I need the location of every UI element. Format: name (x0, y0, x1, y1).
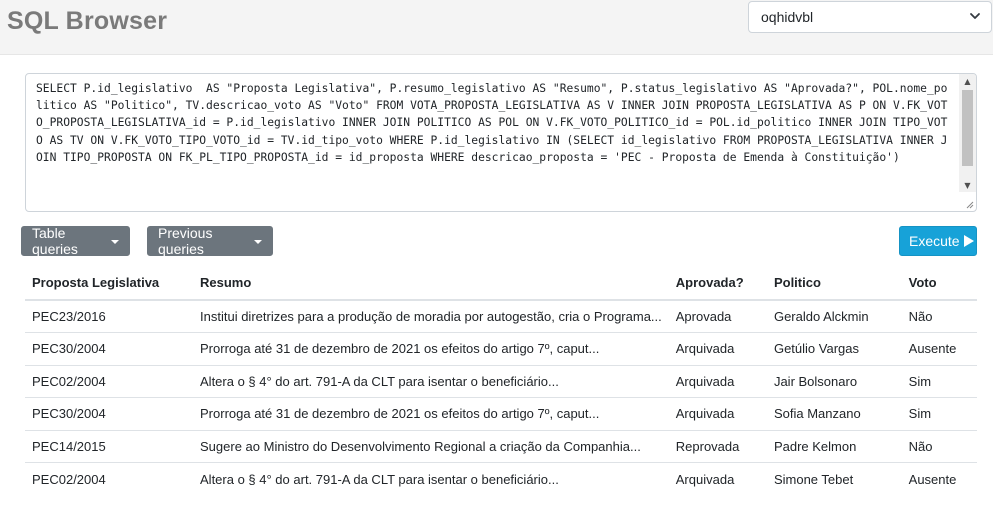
caret-down-icon (111, 239, 119, 244)
resize-grip-icon[interactable] (964, 199, 974, 209)
table-queries-label: Table queries (32, 225, 78, 257)
scroll-down-arrow-icon[interactable]: ▼ (959, 178, 976, 192)
sql-editor-scrollbar[interactable]: ▲ ▼ (959, 74, 976, 192)
table-cell: PEC23/2016 (25, 299, 194, 333)
table-row: PEC30/2004 Prorroga até 31 de dezembro de… (25, 332, 977, 365)
table-cell: Arquivada (668, 332, 767, 365)
table-cell: PEC02/2004 (25, 364, 194, 398)
table-queries-button[interactable]: Table queries (21, 225, 130, 257)
app-title: SQL Browser (7, 7, 168, 35)
table-cell: Arquivada (668, 364, 767, 398)
table-cell: Arquivada (668, 462, 767, 495)
table-cell: Simone Tebet (766, 462, 902, 495)
table-cell: Sim (901, 397, 977, 430)
column-header: Proposta Legislativa (25, 266, 194, 301)
database-select-value: oqhidvbl (761, 9, 814, 25)
table-cell: Altera o § 4° do art. 791-A da CLT para … (193, 462, 669, 495)
previous-queries-button[interactable]: Previous queries (147, 225, 273, 257)
table-cell: Padre Kelmon (766, 429, 902, 463)
results-table: Proposta Legislativa Resumo Aprovada? Polit… (25, 266, 977, 495)
table-cell: Ausente (901, 332, 977, 365)
table-row: PEC02/2004 Altera o § 4° do art. 791-A da… (25, 462, 977, 495)
sql-query-editor[interactable]: SELECT P.id_legislativo AS "Proposta Leg… (25, 73, 977, 212)
sql-query-text[interactable]: SELECT P.id_legislativo AS "Proposta Leg… (36, 80, 948, 166)
table-cell: PEC14/2015 (25, 429, 194, 463)
top-bar: SQL Browser oqhidvbl (0, 0, 993, 55)
database-select[interactable]: oqhidvbl (748, 1, 992, 33)
play-icon (963, 235, 974, 247)
column-header: Aprovada? (668, 266, 767, 301)
column-header: Voto (901, 266, 977, 301)
table-row: PEC30/2004 Prorroga até 31 de dezembro de… (25, 397, 977, 430)
table-cell: Sugere ao Ministro do Desenvolvimento Re… (193, 429, 669, 463)
results-body: PEC23/2016 Institui diretrizes para a pro… (25, 299, 977, 495)
table-row: PEC23/2016 Institui diretrizes para a pro… (25, 299, 977, 333)
table-cell: Geraldo Alckmin (766, 299, 902, 333)
table-cell: PEC30/2004 (25, 397, 194, 430)
table-cell: Arquivada (668, 397, 767, 430)
execute-label: Execute (909, 233, 960, 249)
column-header: Resumo (193, 266, 669, 301)
scroll-up-arrow-icon[interactable]: ▲ (959, 74, 976, 88)
previous-queries-label: Previous queries (158, 225, 213, 257)
table-cell: Não (901, 299, 977, 333)
caret-down-icon (254, 239, 262, 244)
table-cell: Não (901, 429, 977, 463)
table-cell: Institui diretrizes para a produção de m… (193, 299, 669, 333)
table-cell: Sofia Manzano (766, 397, 902, 430)
table-row: PEC14/2015 Sugere ao Ministro do Desenvol… (25, 429, 977, 463)
results-header-row: Proposta Legislativa Resumo Aprovada? Polit… (25, 266, 977, 301)
chevron-down-icon (970, 13, 980, 19)
table-cell: Ausente (901, 462, 977, 495)
table-cell: Sim (901, 364, 977, 398)
table-cell: Prorroga até 31 de dezembro de 2021 os e… (193, 397, 669, 430)
table-cell: PEC30/2004 (25, 332, 194, 365)
table-cell: Prorroga até 31 de dezembro de 2021 os e… (193, 332, 669, 365)
table-cell: Reprovada (668, 429, 767, 463)
table-cell: Jair Bolsonaro (766, 364, 902, 398)
table-cell: PEC02/2004 (25, 462, 194, 495)
table-cell: Altera o § 4° do art. 791-A da CLT para … (193, 364, 669, 398)
table-row: PEC02/2004 Altera o § 4° do art. 791-A da… (25, 364, 977, 398)
column-header: Politico (766, 266, 902, 301)
execute-button[interactable]: Execute (899, 226, 977, 256)
scrollbar-thumb[interactable] (962, 90, 973, 166)
table-cell: Aprovada (668, 299, 767, 333)
table-cell: Getúlio Vargas (766, 332, 902, 365)
